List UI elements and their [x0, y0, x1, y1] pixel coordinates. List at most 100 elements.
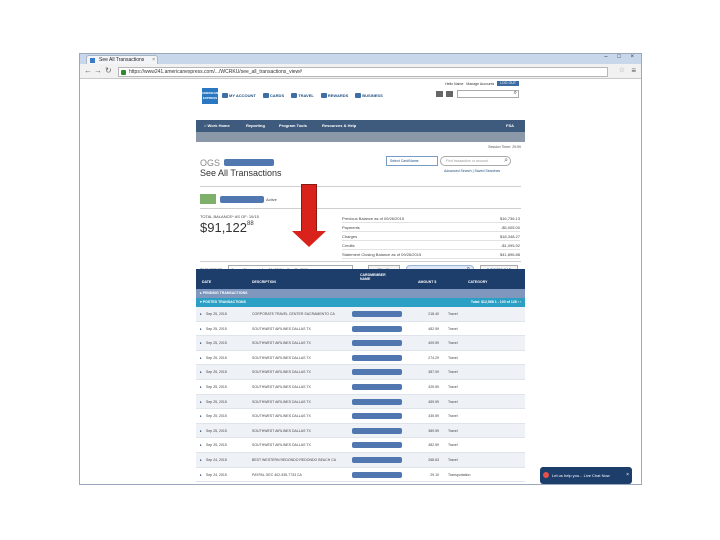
user-greeting: Hello Name: [445, 81, 464, 86]
search-icon[interactable]: ⌕: [514, 90, 517, 97]
address-bar[interactable]: https://www241.americanexpress.com/.../W…: [118, 67, 608, 77]
row-category: Travel: [448, 443, 458, 448]
account-icon: [222, 93, 228, 98]
table-row[interactable]: ▸ Sep 25, 2015 SOUTHWEST AIRLINES DALLAS T…: [196, 365, 525, 380]
menu-work-home[interactable]: ⌂ Work Home: [204, 123, 230, 128]
bookmark-star-icon[interactable]: ☆: [619, 66, 625, 74]
live-chat-button[interactable]: Let us help you... Live Chat Now ×: [540, 467, 632, 484]
expand-icon[interactable]: ▸: [200, 458, 202, 462]
table-row[interactable]: ▸ Sep 25, 2015 CORPORATE TRAVEL CENTER SAC…: [196, 307, 525, 322]
redacted-cardmember: [352, 369, 402, 376]
advanced-search-links[interactable]: Advanced Search | Saved Searches: [444, 169, 500, 173]
divider: [200, 261, 521, 262]
site-search-input[interactable]: ⌕: [457, 90, 519, 98]
nav-travel[interactable]: TRAVEL: [291, 93, 314, 98]
row-date: Sep 25, 2015: [206, 355, 227, 360]
table-row[interactable]: ▸ Sep 25, 2015 SOUTHWEST AIRLINES DALLAS T…: [196, 438, 525, 453]
transaction-search-input[interactable]: Find transaction or account ⌕: [440, 156, 511, 166]
expand-icon[interactable]: ▸: [200, 414, 202, 418]
expand-icon[interactable]: ▸: [200, 473, 202, 477]
forward-icon[interactable]: →: [94, 66, 102, 75]
balance-row: Statement Closing Balance as of 09/26/20…: [342, 252, 520, 259]
manage-accounts-link[interactable]: Manage Accounts: [466, 82, 494, 86]
expand-icon[interactable]: ▸: [200, 385, 202, 389]
expand-icon[interactable]: ▸: [200, 341, 202, 345]
row-category: Travel: [448, 414, 458, 419]
row-category: Travel: [448, 355, 458, 360]
search-icon[interactable]: ⌕: [504, 156, 508, 165]
row-category: Travel: [448, 399, 458, 404]
redacted-cardmember: [352, 325, 402, 332]
nav-business[interactable]: BUSINESS: [355, 93, 383, 98]
card-select-dropdown[interactable]: Select Card/Name: [386, 156, 438, 166]
nav-rewards[interactable]: REWARDS: [320, 93, 348, 98]
inbox-icon[interactable]: [436, 91, 443, 97]
nav-cards[interactable]: CARDS: [262, 93, 284, 98]
window-controls[interactable]: – □ ×: [604, 54, 638, 60]
col-description[interactable]: DESCRIPTION: [252, 280, 276, 284]
row-category: Travel: [448, 341, 458, 346]
table-row[interactable]: ▸ Sep 25, 2015 SOUTHWEST AIRLINES DALLAS T…: [196, 322, 525, 337]
favicon-icon: [90, 58, 95, 63]
session-timer: Session Timer: 29:59: [488, 145, 521, 149]
row-date: Sep 24, 2015: [206, 457, 227, 462]
row-amount: 435.59: [428, 414, 439, 419]
posted-transactions-toggle[interactable]: ▾ POSTED TRANSACTIONS Total: $12,568 1 -…: [196, 298, 525, 307]
menu-reporting[interactable]: Reporting: [246, 123, 265, 128]
table-row[interactable]: ▸ Sep 25, 2015 SOUTHWEST AIRLINES DALLAS T…: [196, 409, 525, 424]
redacted-cardmember: [352, 413, 402, 420]
expand-icon[interactable]: ▸: [200, 429, 202, 433]
table-row[interactable]: ▸ Sep 24, 2015 BEST WESTERN REDONDO REDOND…: [196, 452, 525, 468]
redacted-cardmember: [352, 427, 402, 434]
pending-transactions-toggle[interactable]: ▸ PENDING TRANSACTIONS: [196, 289, 525, 298]
transactions-table: DATE DESCRIPTION CARDMEMBER NAME AMOUNT …: [196, 269, 525, 483]
expand-icon[interactable]: ▸: [200, 443, 202, 447]
menu-fsa[interactable]: FSA: [506, 123, 514, 128]
col-category[interactable]: CATEGORY: [468, 280, 487, 284]
col-cardmember[interactable]: CARDMEMBER NAME: [360, 273, 390, 281]
tab-close-icon[interactable]: ×: [152, 56, 155, 64]
wrench-icon[interactable]: ≡: [631, 66, 636, 75]
menu-resources-help[interactable]: Resources & Help: [322, 123, 356, 128]
row-description: SOUTHWEST AIRLINES DALLAS TX: [252, 399, 311, 404]
pagination[interactable]: Total: $12,568 1 - 100 of 128 ‹ ›: [471, 300, 521, 304]
col-amount[interactable]: AMOUNT $: [418, 280, 436, 284]
redacted-cardmember: [352, 442, 402, 449]
card-image: [200, 194, 216, 204]
table-row[interactable]: ▸ Sep 24, 2015 PAYPAL GEC 402-935-7733 CA 2…: [196, 468, 525, 483]
col-date[interactable]: DATE: [202, 280, 211, 284]
row-date: Sep 25, 2015: [206, 341, 227, 346]
logout-button[interactable]: LOG OUT: [497, 81, 519, 86]
nav-my-account[interactable]: MY ACCOUNT: [222, 93, 256, 98]
expand-icon[interactable]: ▸: [200, 312, 202, 316]
expand-icon[interactable]: ▸: [200, 400, 202, 404]
balance-row: Payments -$5,005.00: [342, 225, 520, 232]
expand-icon[interactable]: ▸: [200, 327, 202, 331]
close-icon[interactable]: ×: [626, 467, 629, 484]
row-description: SOUTHWEST AIRLINES DALLAS TX: [252, 341, 311, 346]
table-row[interactable]: ▸ Sep 25, 2015 SOUTHWEST AIRLINES DALLAS T…: [196, 336, 525, 351]
table-row[interactable]: ▸ Sep 25, 2015 SOUTHWEST AIRLINES DALLAS T…: [196, 380, 525, 395]
cards-icon: [262, 93, 269, 98]
expand-icon[interactable]: ▸: [200, 370, 202, 374]
row-description: SOUTHWEST AIRLINES DALLAS TX: [252, 428, 311, 433]
people-icon[interactable]: [446, 91, 453, 97]
table-row[interactable]: ▸ Sep 25, 2015 SOUTHWEST AIRLINES DALLAS T…: [196, 351, 525, 366]
row-description: PAYPAL GEC 402-935-7733 CA: [252, 472, 302, 477]
row-category: Travel: [448, 370, 458, 375]
amex-logo[interactable]: AMERICAN EXPRESS: [202, 88, 218, 104]
back-icon[interactable]: ←: [84, 66, 92, 75]
browser-window: See All Transactions × – □ × ← → ↻ https…: [79, 53, 642, 485]
table-row[interactable]: ▸ Sep 25, 2015 SOUTHWEST AIRLINES DALLAS T…: [196, 394, 525, 410]
reload-icon[interactable]: ↻: [105, 66, 112, 75]
menu-program-tools[interactable]: Program Tools: [279, 123, 307, 128]
total-balance-amount: $91,12288: [200, 220, 254, 235]
browser-tab[interactable]: See All Transactions ×: [86, 55, 158, 64]
transaction-rows: ▸ Sep 25, 2015 CORPORATE TRAVEL CENTER SAC…: [196, 307, 525, 483]
chat-icon: [543, 472, 549, 478]
row-description: BEST WESTERN REDONDO REDONDO BEACH CA: [252, 457, 337, 462]
redacted-cardmember: [352, 311, 402, 317]
table-row[interactable]: ▸ Sep 25, 2015 SOUTHWEST AIRLINES DALLAS T…: [196, 423, 525, 439]
balance-table: Previous Balance as of 09/26/2015 $16,736…: [342, 214, 520, 259]
expand-icon[interactable]: ▸: [200, 356, 202, 360]
